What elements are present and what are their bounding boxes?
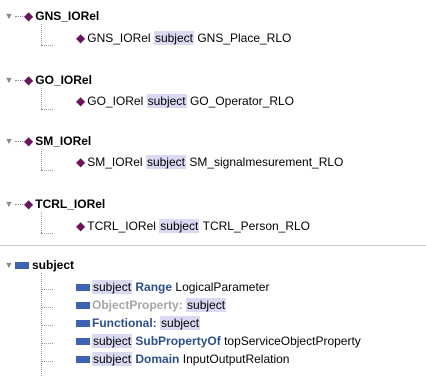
individual-diamond-icon: ◆: [24, 197, 34, 211]
axiom-panel-go: ▼ ◆ GO_IORel ◆ GO_IORel subject GO_Opera…: [0, 60, 426, 122]
row-value: subject: [186, 298, 227, 312]
object-property-icon: [76, 283, 90, 291]
row-value: LogicalParameter: [175, 280, 270, 294]
object-property-icon: [15, 261, 29, 269]
collapse-arrow-icon[interactable]: ▼: [3, 72, 15, 88]
row-keyword: subject: [153, 31, 194, 45]
row-subject: subject: [92, 352, 133, 366]
property-panel-subject: ▼ subject subject Range LogicalParameter…: [0, 245, 426, 376]
row-subject: subject: [92, 334, 133, 348]
row-subject: SM_IORel: [87, 155, 143, 169]
axiom-row-range[interactable]: subject Range LogicalParameter: [76, 279, 269, 295]
axiom-row[interactable]: ◆ SM_IORel subject SM_signalmesurement_R…: [76, 154, 343, 170]
row-prefix: ObjectProperty:: [92, 298, 183, 312]
axiom-row-functional[interactable]: Functional: subject: [76, 315, 201, 331]
row-keyword: SubPropertyOf: [135, 334, 221, 348]
object-property-icon: [76, 337, 90, 345]
axiom-panel-gns: ▼ ◆ GNS_IORel ◆ GNS_IORel subject GNS_Pl…: [0, 0, 426, 61]
row-value: subject: [160, 316, 201, 330]
row-object: TCRL_Person_RLO: [202, 219, 311, 233]
axiom-row-domain[interactable]: subject Domain InputOutputRelation: [76, 351, 289, 367]
tree-connector: [15, 15, 23, 17]
tree-connector: [15, 203, 23, 205]
row-subject: GNS_IORel: [87, 31, 151, 45]
panel-title: subject: [32, 258, 75, 272]
axiom-row-subproperty[interactable]: subject SubPropertyOf topServiceObjectPr…: [76, 333, 361, 349]
axiom-panel-tcrl: ▼ ◆ TCRL_IORel ◆ TCRL_IORel subject TCRL…: [0, 183, 426, 246]
object-property-icon: [76, 355, 90, 363]
collapse-arrow-icon[interactable]: ▼: [3, 8, 15, 24]
row-keyword: subject: [146, 94, 187, 108]
panel-title: SM_IORel: [35, 134, 92, 148]
row-value: InputOutputRelation: [182, 352, 290, 366]
axiom-row[interactable]: ◆ GO_IORel subject GO_Operator_RLO: [76, 93, 294, 109]
individual-diamond-icon: ◆: [76, 31, 86, 45]
row-subject: subject: [92, 280, 133, 294]
row-keyword: Range: [135, 280, 173, 294]
tree-connector: [15, 140, 23, 142]
row-object: GO_Operator_RLO: [189, 94, 295, 108]
individual-diamond-icon: ◆: [76, 155, 86, 169]
individual-diamond-icon: ◆: [76, 94, 86, 108]
collapse-arrow-icon[interactable]: ▼: [3, 257, 15, 273]
axiom-row-declaration[interactable]: ObjectProperty: subject: [76, 297, 227, 313]
row-keyword: subject: [159, 219, 200, 233]
axiom-row[interactable]: ◆ GNS_IORel subject GNS_Place_RLO: [76, 30, 291, 46]
axiom-row[interactable]: ◆ TCRL_IORel subject TCRL_Person_RLO: [76, 218, 310, 234]
individual-diamond-icon: ◆: [24, 9, 34, 23]
individual-diamond-icon: ◆: [24, 134, 34, 148]
row-object: SM_signalmesurement_RLO: [189, 155, 344, 169]
row-subject: GO_IORel: [87, 94, 144, 108]
row-prefix: Functional:: [92, 316, 157, 330]
tree-connector: [15, 79, 23, 81]
object-property-icon: [76, 319, 90, 327]
row-object: GNS_Place_RLO: [197, 31, 292, 45]
panel-title: GO_IORel: [35, 73, 92, 87]
row-value: topServiceObjectProperty: [224, 334, 361, 348]
individual-diamond-icon: ◆: [24, 73, 34, 87]
row-subject: TCRL_IORel: [87, 219, 156, 233]
row-keyword: subject: [145, 155, 186, 169]
row-keyword: Domain: [135, 352, 180, 366]
collapse-arrow-icon[interactable]: ▼: [3, 133, 15, 149]
panel-title: TCRL_IORel: [35, 197, 106, 211]
axiom-panel-sm: ▼ ◆ SM_IORel ◆ SM_IORel subject SM_signa…: [0, 121, 426, 184]
individual-diamond-icon: ◆: [76, 219, 86, 233]
panel-title: GNS_IORel: [35, 9, 100, 23]
collapse-arrow-icon[interactable]: ▼: [3, 196, 15, 212]
object-property-icon: [76, 301, 90, 309]
